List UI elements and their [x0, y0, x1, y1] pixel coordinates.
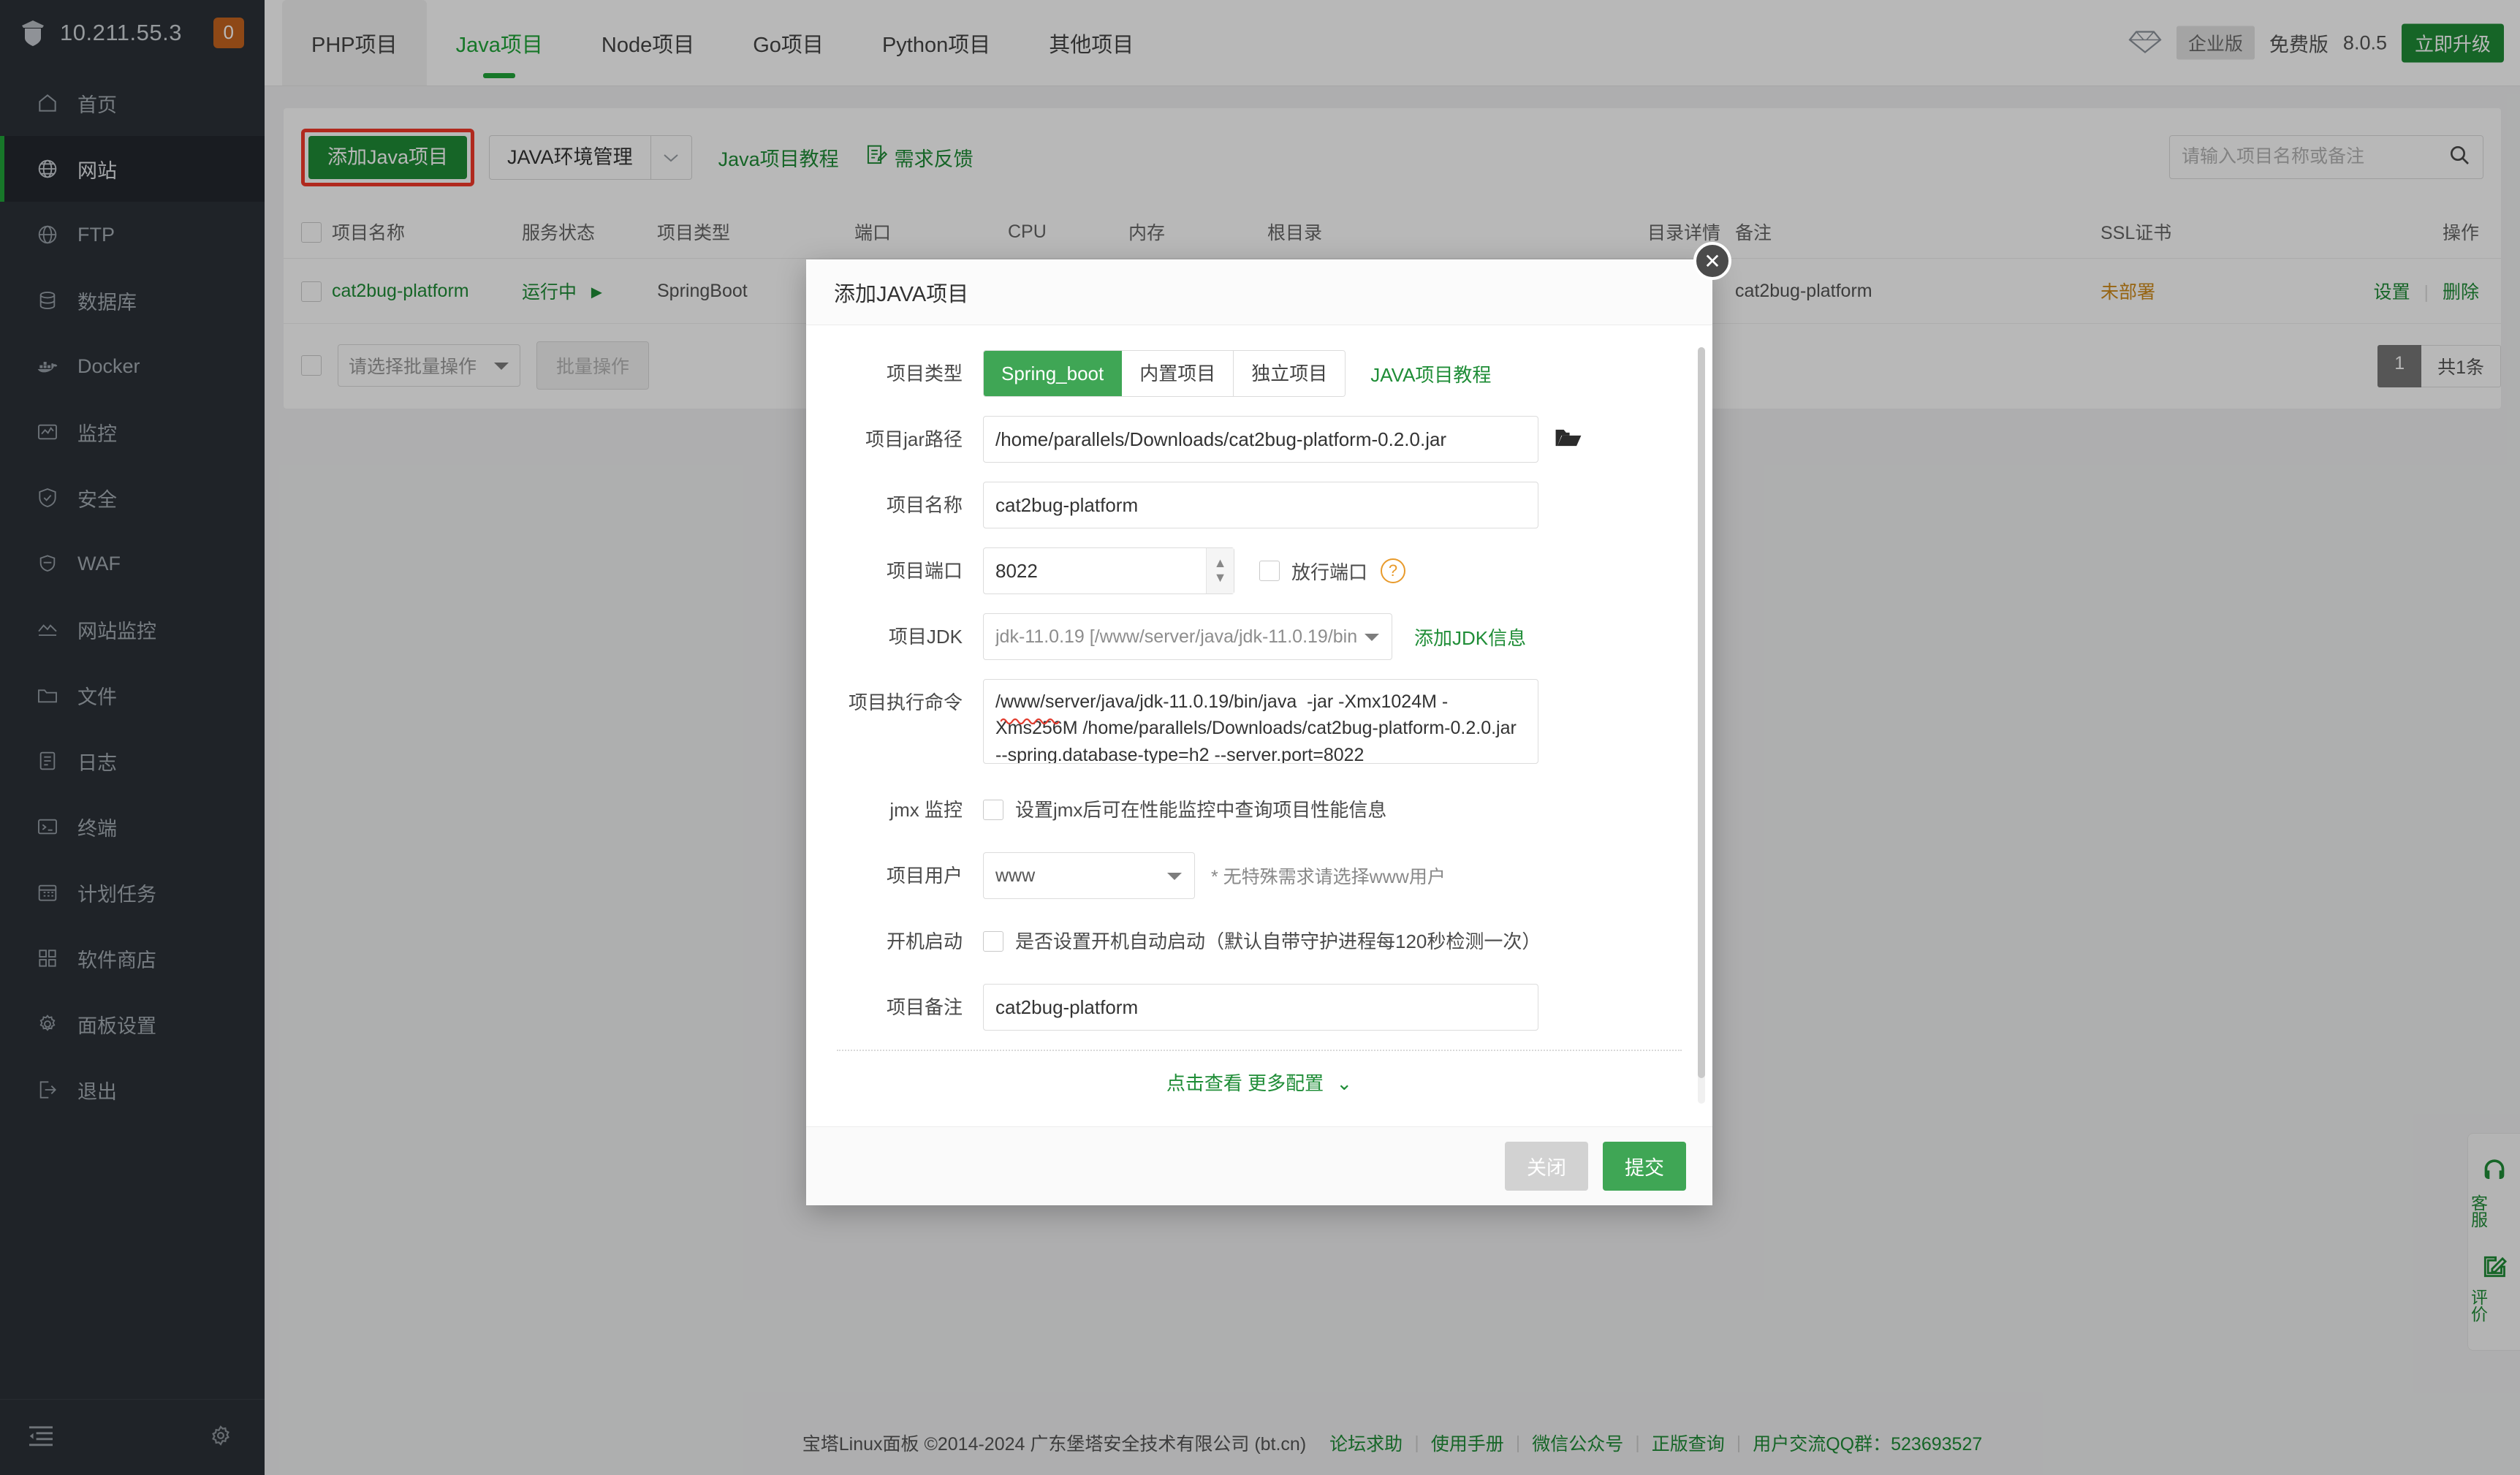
- field-project-jdk: 项目JDK jdk-11.0.19 [/www/server/java/jdk-…: [837, 613, 1682, 660]
- label-autostart: 开机启动: [886, 930, 963, 952]
- project-remark-input[interactable]: [983, 984, 1538, 1031]
- more-config-link[interactable]: 点击查看 更多配置 ⌄: [1166, 1072, 1352, 1094]
- field-exec-command: 项目执行命令 /www/server/java/jdk-11.0.19/bin/…: [837, 679, 1682, 767]
- field-autostart: 开机启动 是否设置开机自动启动（默认自带守护进程每120秒检测一次）: [837, 918, 1682, 965]
- label-project-jdk: 项目JDK: [888, 626, 963, 648]
- label-project-port: 项目端口: [886, 560, 963, 582]
- option-builtin[interactable]: 内置项目: [1122, 351, 1234, 396]
- project-user-value: www: [995, 865, 1036, 886]
- project-type-segmented: Spring_boot 内置项目 独立项目: [983, 350, 1346, 397]
- option-standalone[interactable]: 独立项目: [1234, 351, 1346, 396]
- project-name-input[interactable]: [983, 482, 1538, 528]
- java-tutorial-link-dialog[interactable]: JAVA项目教程: [1370, 360, 1491, 387]
- add-java-project-dialog: ✕ 添加JAVA项目 项目类型 Spring_boot 内置项目 独立项目 JA…: [806, 242, 1731, 1205]
- field-project-type: 项目类型 Spring_boot 内置项目 独立项目 JAVA项目教程: [837, 350, 1682, 397]
- jmx-checkbox[interactable]: [983, 800, 1003, 820]
- dialog-body: 项目类型 Spring_boot 内置项目 独立项目 JAVA项目教程 项目ja…: [806, 325, 1712, 1126]
- dialog-footer: 关闭 提交: [806, 1126, 1712, 1205]
- label-project-user: 项目用户: [886, 865, 963, 887]
- field-project-user: 项目用户 www * 无特殊需求请选择www用户: [837, 852, 1682, 899]
- more-config-row: 点击查看 更多配置 ⌄: [837, 1050, 1682, 1096]
- exec-command-textarea[interactable]: /www/server/java/jdk-11.0.19/bin/java -j…: [983, 679, 1538, 764]
- help-icon[interactable]: ?: [1381, 558, 1406, 583]
- submit-button[interactable]: 提交: [1603, 1142, 1686, 1191]
- chevron-down-icon: ⌄: [1336, 1072, 1353, 1094]
- autostart-checkbox[interactable]: [983, 931, 1003, 952]
- allow-port-checkbox[interactable]: [1259, 561, 1280, 581]
- jmx-text: 设置jmx后可在性能监控中查询项目性能信息: [1015, 799, 1387, 821]
- label-project-remark: 项目备注: [886, 996, 963, 1018]
- label-jar-path: 项目jar路径: [865, 428, 963, 450]
- field-project-remark: 项目备注: [837, 984, 1682, 1031]
- close-button[interactable]: 关闭: [1505, 1142, 1588, 1191]
- jdk-select[interactable]: jdk-11.0.19 [/www/server/java/jdk-11.0.1…: [983, 613, 1392, 660]
- field-project-port: 项目端口 ▲▼ 放行端口 ?: [837, 547, 1682, 594]
- app-root: 10.211.55.3 0 首页 网站 FTP 数据库 Docker 监控 安全…: [0, 0, 2520, 1475]
- project-user-hint: * 无特殊需求请选择www用户: [1211, 867, 1446, 887]
- more-config-label: 点击查看 更多配置: [1166, 1072, 1324, 1094]
- autostart-text: 是否设置开机自动启动（默认自带守护进程每120秒检测一次）: [1015, 930, 1541, 952]
- allow-port-label: 放行端口: [1291, 561, 1368, 583]
- scrollbar-thumb[interactable]: [1698, 347, 1705, 1078]
- option-spring-boot[interactable]: Spring_boot: [984, 351, 1123, 396]
- port-stepper: ▲▼: [983, 547, 1234, 594]
- exec-command-wrap: /www/server/java/jdk-11.0.19/bin/java -j…: [983, 679, 1538, 767]
- label-jmx: jmx 监控: [889, 799, 963, 821]
- jar-path-input[interactable]: [983, 416, 1538, 463]
- field-jar-path: 项目jar路径: [837, 416, 1682, 463]
- dialog-title: 添加JAVA项目: [806, 259, 1712, 325]
- dialog-scrollbar[interactable]: [1698, 347, 1705, 1104]
- spinner-icon[interactable]: ▲ ▼: [1206, 548, 1234, 594]
- jdk-value: jdk-11.0.19 [/www/server/java/jdk-11.0.1…: [995, 626, 1356, 647]
- chevron-down-icon: [1364, 626, 1380, 648]
- folder-browse-icon[interactable]: [1555, 426, 1582, 453]
- add-jdk-link[interactable]: 添加JDK信息: [1414, 623, 1526, 651]
- field-jmx: jmx 监控 设置jmx后可在性能监控中查询项目性能信息: [837, 786, 1682, 833]
- label-project-type: 项目类型: [886, 363, 963, 384]
- close-icon[interactable]: ✕: [1693, 242, 1731, 280]
- project-port-input[interactable]: [983, 547, 1234, 594]
- label-exec-command: 项目执行命令: [848, 691, 963, 713]
- label-project-name: 项目名称: [886, 494, 963, 516]
- project-user-select[interactable]: www: [983, 852, 1195, 899]
- field-project-name: 项目名称: [837, 482, 1682, 528]
- chevron-down-icon: [1166, 865, 1183, 887]
